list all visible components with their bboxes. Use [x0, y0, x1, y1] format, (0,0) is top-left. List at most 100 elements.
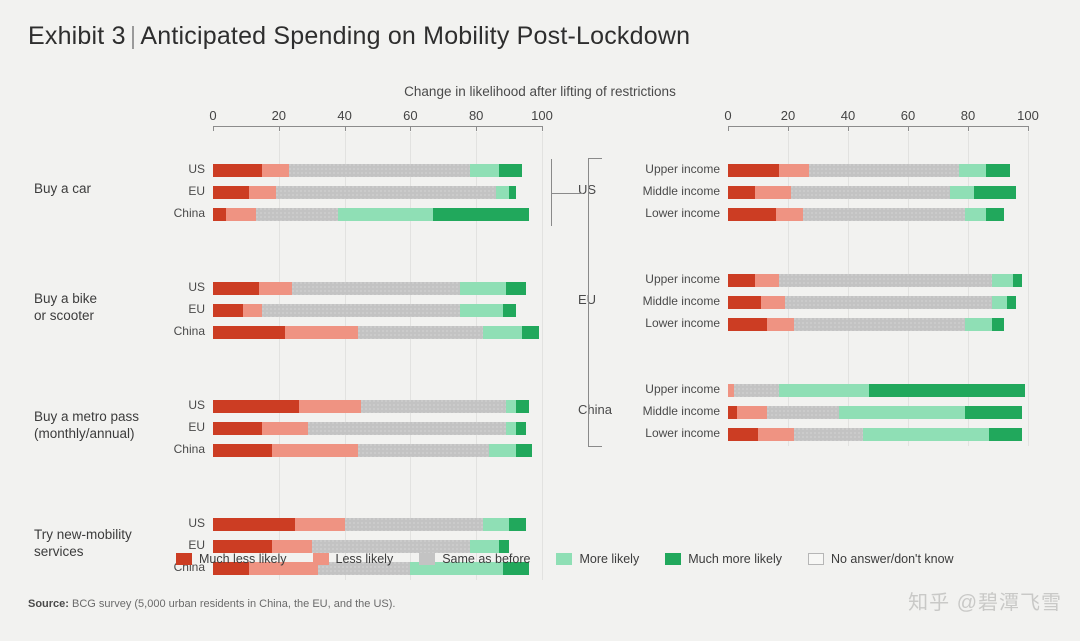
bar-segment-less[interactable]	[755, 186, 791, 199]
bar-segment-much_less[interactable]	[213, 400, 299, 413]
bar-segment-much_less[interactable]	[728, 406, 737, 419]
bar-segment-less[interactable]	[767, 318, 794, 331]
bar-segment-more[interactable]	[489, 444, 516, 457]
stacked-bar[interactable]	[213, 164, 542, 177]
legend-item[interactable]: Less likely	[312, 552, 393, 566]
bar-segment-same[interactable]	[791, 186, 950, 199]
bar-segment-much_less[interactable]	[728, 318, 767, 331]
bar-row[interactable]: EU	[188, 420, 542, 435]
bar-segment-more[interactable]	[992, 274, 1013, 287]
stacked-bar[interactable]	[213, 422, 542, 435]
bar-segment-much_less[interactable]	[213, 282, 260, 295]
stacked-bar[interactable]	[213, 186, 542, 199]
bar-segment-same[interactable]	[361, 400, 506, 413]
bar-segment-more[interactable]	[839, 406, 965, 419]
stacked-bar[interactable]	[213, 304, 542, 317]
bar-segment-same[interactable]	[794, 318, 965, 331]
bar-segment-less[interactable]	[272, 444, 358, 457]
bar-segment-more[interactable]	[495, 186, 510, 199]
stacked-bar[interactable]	[728, 406, 1028, 419]
bar-segment-much_more[interactable]	[1013, 274, 1022, 287]
bar-segment-less[interactable]	[761, 296, 785, 309]
stacked-bar[interactable]	[213, 208, 542, 221]
bar-segment-more[interactable]	[959, 164, 986, 177]
bar-segment-much_less[interactable]	[213, 422, 263, 435]
bar-segment-less[interactable]	[758, 428, 794, 441]
bar-segment-same[interactable]	[794, 428, 863, 441]
bar-segment-more[interactable]	[992, 296, 1007, 309]
bar-row[interactable]: Lower income	[645, 426, 1028, 441]
bar-segment-same[interactable]	[275, 186, 496, 199]
bar-row[interactable]: China	[174, 324, 542, 339]
bar-row[interactable]: Lower income	[645, 316, 1028, 331]
bar-segment-much_more[interactable]	[499, 164, 523, 177]
bar-segment-much_less[interactable]	[213, 186, 250, 199]
bar-segment-much_less[interactable]	[213, 444, 273, 457]
stacked-bar[interactable]	[213, 518, 542, 531]
stacked-bar[interactable]	[213, 400, 542, 413]
bar-segment-same[interactable]	[779, 274, 992, 287]
stacked-bar[interactable]	[728, 164, 1028, 177]
bar-segment-much_more[interactable]	[522, 326, 539, 339]
bar-segment-much_less[interactable]	[728, 428, 758, 441]
bar-segment-less[interactable]	[262, 422, 309, 435]
bar-segment-more[interactable]	[965, 208, 986, 221]
bar-segment-much_less[interactable]	[213, 304, 243, 317]
stacked-bar[interactable]	[213, 282, 542, 295]
bar-segment-much_less[interactable]	[728, 274, 755, 287]
bar-row[interactable]: China	[174, 206, 542, 221]
legend-item[interactable]: Much more likely	[665, 552, 782, 566]
bar-segment-less[interactable]	[779, 164, 809, 177]
bar-segment-less[interactable]	[776, 208, 803, 221]
bar-segment-much_more[interactable]	[515, 422, 526, 435]
bar-row[interactable]: US	[188, 398, 542, 413]
bar-row[interactable]: EU	[188, 302, 542, 317]
bar-segment-much_less[interactable]	[728, 164, 779, 177]
bar-segment-more[interactable]	[482, 326, 523, 339]
bar-segment-less[interactable]	[298, 400, 362, 413]
bar-segment-much_more[interactable]	[989, 428, 1022, 441]
bar-segment-much_more[interactable]	[992, 318, 1004, 331]
bar-segment-less[interactable]	[249, 186, 276, 199]
bar-segment-much_more[interactable]	[974, 186, 1016, 199]
bar-segment-more[interactable]	[338, 208, 434, 221]
bar-segment-much_less[interactable]	[728, 296, 761, 309]
bar-segment-much_more[interactable]	[986, 208, 1004, 221]
stacked-bar[interactable]	[213, 444, 542, 457]
bar-segment-more[interactable]	[469, 164, 500, 177]
bar-row[interactable]: Upper income	[645, 162, 1028, 177]
bar-segment-same[interactable]	[308, 422, 506, 435]
bar-segment-same[interactable]	[767, 406, 839, 419]
bar-segment-much_more[interactable]	[515, 444, 533, 457]
bar-segment-much_more[interactable]	[986, 164, 1010, 177]
bar-segment-same[interactable]	[291, 282, 460, 295]
bar-segment-same[interactable]	[357, 444, 490, 457]
stacked-bar[interactable]	[728, 208, 1028, 221]
bar-segment-much_less[interactable]	[213, 326, 286, 339]
bar-segment-less[interactable]	[755, 274, 779, 287]
bar-segment-more[interactable]	[505, 400, 516, 413]
bar-segment-much_more[interactable]	[505, 282, 526, 295]
bar-segment-much_less[interactable]	[213, 208, 227, 221]
stacked-bar[interactable]	[728, 186, 1028, 199]
stacked-bar[interactable]	[728, 274, 1028, 287]
stacked-bar[interactable]	[728, 318, 1028, 331]
bar-segment-much_more[interactable]	[515, 400, 529, 413]
bar-segment-more[interactable]	[863, 428, 989, 441]
bar-segment-much_more[interactable]	[869, 384, 1025, 397]
bar-segment-more[interactable]	[459, 304, 503, 317]
legend-item[interactable]: Same as before	[419, 552, 530, 566]
bar-segment-more[interactable]	[505, 422, 516, 435]
bar-segment-more[interactable]	[482, 518, 510, 531]
bar-row[interactable]: US	[188, 162, 542, 177]
bar-segment-same[interactable]	[288, 164, 470, 177]
legend-item[interactable]: More likely	[556, 552, 639, 566]
bar-segment-much_more[interactable]	[433, 208, 529, 221]
legend-item[interactable]: Much less likely	[176, 552, 287, 566]
bar-segment-much_more[interactable]	[509, 186, 516, 199]
bar-segment-much_more[interactable]	[502, 304, 516, 317]
bar-segment-same[interactable]	[785, 296, 992, 309]
bar-segment-same[interactable]	[344, 518, 483, 531]
bar-segment-much_more[interactable]	[965, 406, 1022, 419]
bar-segment-less[interactable]	[737, 406, 767, 419]
